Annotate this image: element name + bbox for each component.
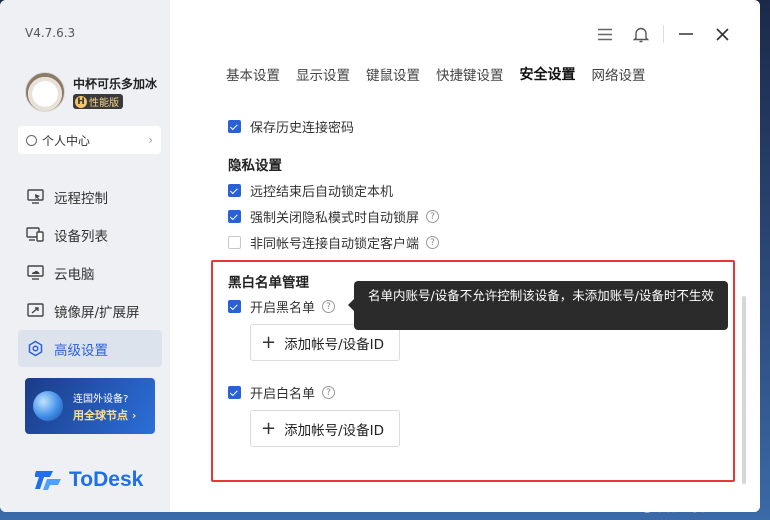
plus-icon: + xyxy=(261,417,277,439)
promo-text: 连国外设备? 用全球节点 › xyxy=(73,390,136,423)
auto-lock-after-remote-row[interactable]: 远控结束后自动锁定本机 xyxy=(228,181,393,200)
lock-on-other-account-row[interactable]: 非同帐号连接自动锁定客户端 ? xyxy=(228,233,440,252)
version-label: V4.7.6.3 xyxy=(25,26,76,40)
scrollbar[interactable] xyxy=(742,296,746,484)
window-controls xyxy=(587,22,740,46)
personal-center-button[interactable]: 个人中心 › xyxy=(18,126,161,154)
tab-basic[interactable]: 基本设置 xyxy=(226,64,280,84)
watermark: CSDN @中杯可乐多加冰 xyxy=(604,500,738,514)
help-icon[interactable]: ? xyxy=(426,210,440,223)
edition-badge-label: 性能版 xyxy=(89,98,119,109)
save-password-label: 保存历史连接密码 xyxy=(250,121,355,136)
add-blacklist-label: 添加帐号/设备ID xyxy=(284,336,385,353)
blacklist-checkbox[interactable] xyxy=(228,300,241,313)
sidebar-item-advanced-settings[interactable]: 高级设置 xyxy=(18,330,162,367)
cloud-pc-icon xyxy=(26,265,44,281)
tab-network[interactable]: 网络设置 xyxy=(592,64,646,84)
sidebar-nav: 远程控制 设备列表 云电脑 镜像屏/扩展屏 高级设置 xyxy=(18,178,162,368)
help-icon[interactable]: ? xyxy=(322,386,336,399)
blacklist-tooltip: 名单内账号/设备不允许控制该设备，未添加账号/设备时不生效 xyxy=(348,281,728,330)
lock-on-other-account-label: 非同帐号连接自动锁定客户端 xyxy=(250,237,420,252)
divider xyxy=(663,25,664,43)
privacy-section-title: 隐私设置 xyxy=(228,158,282,174)
main-panel: 基本设置 显示设置 键鼠设置 快捷键设置 安全设置 网络设置 保存历史连接密码 … xyxy=(170,0,760,512)
monitor-cursor-icon xyxy=(26,189,44,205)
sidebar-item-label: 镜像屏/扩展屏 xyxy=(54,304,140,321)
edition-badge: H 性能版 xyxy=(73,94,123,109)
lock-on-privacy-close-label: 强制关闭隐私模式时自动锁屏 xyxy=(250,211,420,226)
todesk-logo: ToDesk xyxy=(35,468,143,492)
blacklist-row[interactable]: 开启黑名单 ? xyxy=(228,297,336,316)
devices-icon xyxy=(26,227,44,243)
save-password-checkbox[interactable] xyxy=(228,120,241,133)
tab-shortcuts[interactable]: 快捷键设置 xyxy=(436,64,504,84)
bell-icon[interactable] xyxy=(623,22,659,46)
auto-lock-after-remote-label: 远控结束后自动锁定本机 xyxy=(250,185,394,200)
tab-keyboard-mouse[interactable]: 键鼠设置 xyxy=(366,64,420,84)
whitelist-label: 开启白名单 xyxy=(250,387,316,402)
lock-on-privacy-close-checkbox[interactable] xyxy=(228,210,241,223)
menu-icon[interactable] xyxy=(587,22,623,46)
promo-line2: 用全球节点 › xyxy=(73,408,137,422)
lock-on-other-account-checkbox[interactable] xyxy=(228,236,241,249)
sidebar: V4.7.6.3 中杯可乐多加冰 H 性能版 个人中心 › 远程控制 设备列表 xyxy=(0,0,170,512)
logo-text: ToDesk xyxy=(69,468,144,491)
whitelist-row[interactable]: 开启白名单 ? xyxy=(228,383,336,402)
globe-icon xyxy=(33,391,63,421)
app-window: V4.7.6.3 中杯可乐多加冰 H 性能版 个人中心 › 远程控制 设备列表 xyxy=(0,0,760,512)
save-password-row[interactable]: 保存历史连接密码 xyxy=(228,117,354,136)
plus-icon: + xyxy=(261,331,277,353)
sidebar-item-label: 设备列表 xyxy=(54,228,108,245)
settings-tabs: 基本设置 显示设置 键鼠设置 快捷键设置 安全设置 网络设置 xyxy=(226,64,662,84)
whitelist-checkbox[interactable] xyxy=(228,386,241,399)
add-whitelist-label: 添加帐号/设备ID xyxy=(284,422,385,439)
minimize-button[interactable] xyxy=(668,22,704,46)
promo-line1: 连国外设备? xyxy=(73,393,129,405)
edition-badge-letter: H xyxy=(75,95,87,108)
todesk-logo-icon xyxy=(35,471,61,490)
close-button[interactable] xyxy=(704,22,740,46)
add-whitelist-button[interactable]: + 添加帐号/设备ID xyxy=(250,410,400,447)
lock-on-privacy-close-row[interactable]: 强制关闭隐私模式时自动锁屏 ? xyxy=(228,207,440,226)
sidebar-item-label: 远程控制 xyxy=(54,190,108,207)
sidebar-item-label: 高级设置 xyxy=(54,342,108,359)
sidebar-item-mirror-screen[interactable]: 镜像屏/扩展屏 xyxy=(18,292,162,329)
sidebar-item-device-list[interactable]: 设备列表 xyxy=(18,216,162,253)
sidebar-item-label: 云电脑 xyxy=(54,266,95,283)
gear-hex-icon xyxy=(26,340,44,357)
global-node-promo-banner[interactable]: 连国外设备? 用全球节点 › xyxy=(25,378,155,434)
help-icon[interactable]: ? xyxy=(426,236,440,249)
auto-lock-after-remote-checkbox[interactable] xyxy=(228,184,241,197)
personal-center-label: 个人中心 xyxy=(42,133,91,148)
help-icon[interactable]: ? xyxy=(322,300,336,313)
blacklist-label: 开启黑名单 xyxy=(250,301,316,316)
tab-display[interactable]: 显示设置 xyxy=(296,64,350,84)
tab-security[interactable]: 安全设置 xyxy=(520,64,576,84)
sidebar-item-cloud-pc[interactable]: 云电脑 xyxy=(18,254,162,291)
chevron-right-icon: › xyxy=(148,133,153,147)
mirror-screen-icon xyxy=(26,303,44,319)
avatar[interactable] xyxy=(25,72,65,112)
sidebar-item-remote-control[interactable]: 远程控制 xyxy=(18,178,162,215)
user-icon xyxy=(26,134,37,146)
username: 中杯可乐多加冰 xyxy=(73,77,158,91)
blackwhite-list-section-title: 黑白名单管理 xyxy=(228,275,309,291)
